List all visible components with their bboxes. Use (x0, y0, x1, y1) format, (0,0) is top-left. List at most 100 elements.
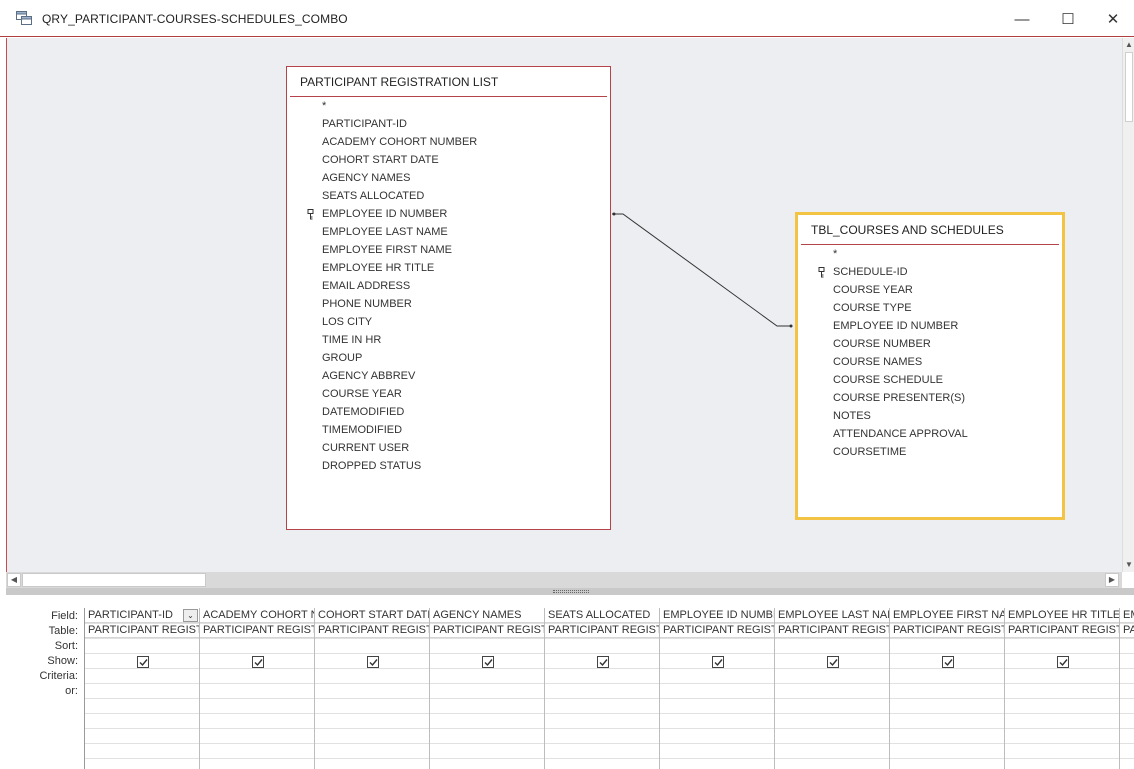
grid-table-cell[interactable]: PARTICIPANT REGISTR (545, 623, 659, 638)
grid-table-cell[interactable]: PARTICIPANT REGISTR (315, 623, 429, 638)
horizontal-scrollbar[interactable]: ◀ ▶ (6, 572, 1122, 588)
field-item[interactable]: NOTES (798, 407, 1062, 425)
field-dropdown-icon[interactable]: ⌄ (183, 609, 198, 622)
field-item[interactable]: EMPLOYEE LAST NAME (287, 223, 610, 241)
grid-table-cell[interactable]: PARTICIPANT REGISTR (660, 623, 774, 638)
field-item[interactable]: COURSE YEAR (798, 281, 1062, 299)
grid-column[interactable]: EMPLOYEE FIRST NAM PARTICIPANT REGISTR (890, 608, 1005, 769)
scroll-right-icon[interactable]: ▶ (1105, 573, 1119, 587)
grid-column[interactable]: ACADEMY COHORT N PARTICIPANT REGISTR (200, 608, 315, 769)
field-item[interactable]: COURSE NAMES (798, 353, 1062, 371)
field-label: COURSE NUMBER (833, 338, 931, 350)
field-item[interactable]: ATTENDANCE APPROVAL (798, 425, 1062, 443)
field-label: SCHEDULE-ID (833, 266, 908, 278)
show-checkbox[interactable] (367, 656, 379, 668)
grid-field-cell[interactable]: EMPLOYEE FIRST NAM (890, 608, 1004, 623)
grid-field-cell[interactable]: EMPLOYEE LAST NAMI (775, 608, 889, 623)
field-item[interactable]: AGENCY ABBREV (287, 367, 610, 385)
field-item[interactable]: CURRENT USER (287, 439, 610, 457)
primary-key-icon (818, 263, 826, 281)
grid-table-cell[interactable]: PARTICIPANT REGISTR (430, 623, 544, 638)
vertical-scroll-thumb[interactable] (1125, 52, 1133, 122)
grid-field-cell[interactable]: SEATS ALLOCATED (545, 608, 659, 623)
field-item[interactable]: PARTICIPANT-ID (287, 115, 610, 133)
grid-table-cell[interactable]: PARTICIPANT REGISTR (200, 623, 314, 638)
grid-field-cell[interactable]: EMPLOYEE HR TITLE (1005, 608, 1119, 623)
show-checkbox[interactable] (942, 656, 954, 668)
grid-columns: PARTICIPANT-ID ⌄ PARTICIPANT REGISTR ACADEM… (84, 608, 1134, 769)
field-label: COURSE YEAR (322, 388, 402, 400)
field-item[interactable]: COURSETIME (798, 443, 1062, 461)
field-item[interactable]: EMPLOYEE ID NUMBER (287, 205, 610, 223)
grid-column[interactable]: SEATS ALLOCATED PARTICIPANT REGISTR (545, 608, 660, 769)
title-bar: QRY_PARTICIPANT-COURSES-SCHEDULES_COMBO … (0, 0, 1134, 37)
grid-field-cell[interactable]: PARTICIPANT-ID (85, 608, 199, 623)
field-item[interactable]: COURSE SCHEDULE (798, 371, 1062, 389)
field-label: AGENCY ABBREV (322, 370, 416, 382)
grid-field-cell[interactable]: EMPLOYEE ID NUMBEI (660, 608, 774, 623)
horizontal-scroll-thumb[interactable] (22, 573, 206, 587)
show-checkbox[interactable] (597, 656, 609, 668)
field-item[interactable]: EMPLOYEE HR TITLE (287, 259, 610, 277)
field-item[interactable]: COHORT START DATE (287, 151, 610, 169)
scroll-left-icon[interactable]: ◀ (7, 573, 21, 587)
maximize-button[interactable]: ☐ (1056, 8, 1080, 30)
vertical-scrollbar[interactable]: ▲ ▼ (1122, 38, 1134, 572)
field-item[interactable]: EMAIL ADDRESS (287, 277, 610, 295)
field-item[interactable]: GROUP (287, 349, 610, 367)
show-checkbox[interactable] (712, 656, 724, 668)
row-label-criteria: Criteria: (39, 670, 78, 682)
grid-column[interactable]: PARTICIPANT-ID ⌄ PARTICIPANT REGISTR (85, 608, 200, 769)
grid-field-cell[interactable]: AGENCY NAMES (430, 608, 544, 623)
query-design-surface[interactable]: PARTICIPANT REGISTRATION LIST * PARTICIPA… (6, 38, 1122, 572)
show-checkbox[interactable] (482, 656, 494, 668)
grid-column[interactable]: EMPLOYEE ID NUMBEI PARTICIPANT REGISTR (660, 608, 775, 769)
grid-table-cell[interactable]: PARTICIPANT REGISTR (775, 623, 889, 638)
grid-field-cell[interactable]: EM (1120, 608, 1134, 623)
field-item[interactable]: EMPLOYEE FIRST NAME (287, 241, 610, 259)
grid-column[interactable]: EMPLOYEE LAST NAMI PARTICIPANT REGISTR (775, 608, 890, 769)
show-checkbox[interactable] (1057, 656, 1069, 668)
field-item[interactable]: TIME IN HR (287, 331, 610, 349)
show-checkbox[interactable] (252, 656, 264, 668)
grid-table-cell[interactable]: PARTICIPANT REGISTR (890, 623, 1004, 638)
field-item[interactable]: ACADEMY COHORT NUMBER (287, 133, 610, 151)
close-button[interactable]: ✕ (1101, 8, 1125, 30)
grid-table-cell[interactable]: PARTICIPANT REGISTR (1005, 623, 1119, 638)
field-label: EMPLOYEE ID NUMBER (322, 208, 448, 220)
grid-table-cell[interactable]: PARTICIPANT REGISTR (85, 623, 199, 638)
grid-table-cell[interactable]: PA (1120, 623, 1134, 638)
field-item[interactable]: COURSE NUMBER (798, 335, 1062, 353)
minimize-button[interactable]: — (1010, 8, 1034, 30)
pane-splitter[interactable] (6, 588, 1134, 595)
field-item[interactable]: COURSE PRESENTER(S) (798, 389, 1062, 407)
grid-column[interactable]: COHORT START DATE PARTICIPANT REGISTR (315, 608, 430, 769)
row-label-show: Show: (47, 655, 78, 667)
field-item[interactable]: * (798, 245, 1062, 263)
field-item[interactable]: SCHEDULE-ID (798, 263, 1062, 281)
field-label: GROUP (322, 352, 363, 364)
field-item[interactable]: AGENCY NAMES (287, 169, 610, 187)
field-item[interactable]: EMPLOYEE ID NUMBER (798, 317, 1062, 335)
scroll-up-icon[interactable]: ▲ (1123, 38, 1134, 52)
field-item[interactable]: COURSE YEAR (287, 385, 610, 403)
splitter-grip-icon[interactable] (553, 590, 589, 593)
table-courses-and-schedules[interactable]: TBL_COURSES AND SCHEDULES * SCHEDULE-ID CO… (795, 212, 1065, 520)
grid-column[interactable]: AGENCY NAMES PARTICIPANT REGISTR (430, 608, 545, 769)
show-checkbox[interactable] (827, 656, 839, 668)
grid-column[interactable]: EMPA (1120, 608, 1134, 769)
show-checkbox[interactable] (137, 656, 149, 668)
table-participant-registration-list[interactable]: PARTICIPANT REGISTRATION LIST * PARTICIPA… (286, 66, 611, 530)
field-item[interactable]: SEATS ALLOCATED (287, 187, 610, 205)
field-item[interactable]: DROPPED STATUS (287, 457, 610, 475)
field-item[interactable]: TIMEMODIFIED (287, 421, 610, 439)
grid-field-cell[interactable]: ACADEMY COHORT N (200, 608, 314, 623)
grid-field-cell[interactable]: COHORT START DATE (315, 608, 429, 623)
scroll-down-icon[interactable]: ▼ (1123, 558, 1134, 572)
field-item[interactable]: COURSE TYPE (798, 299, 1062, 317)
field-item[interactable]: * (287, 97, 610, 115)
grid-column[interactable]: EMPLOYEE HR TITLE PARTICIPANT REGISTR (1005, 608, 1120, 769)
field-item[interactable]: DATEMODIFIED (287, 403, 610, 421)
field-item[interactable]: LOS CITY (287, 313, 610, 331)
field-item[interactable]: PHONE NUMBER (287, 295, 610, 313)
